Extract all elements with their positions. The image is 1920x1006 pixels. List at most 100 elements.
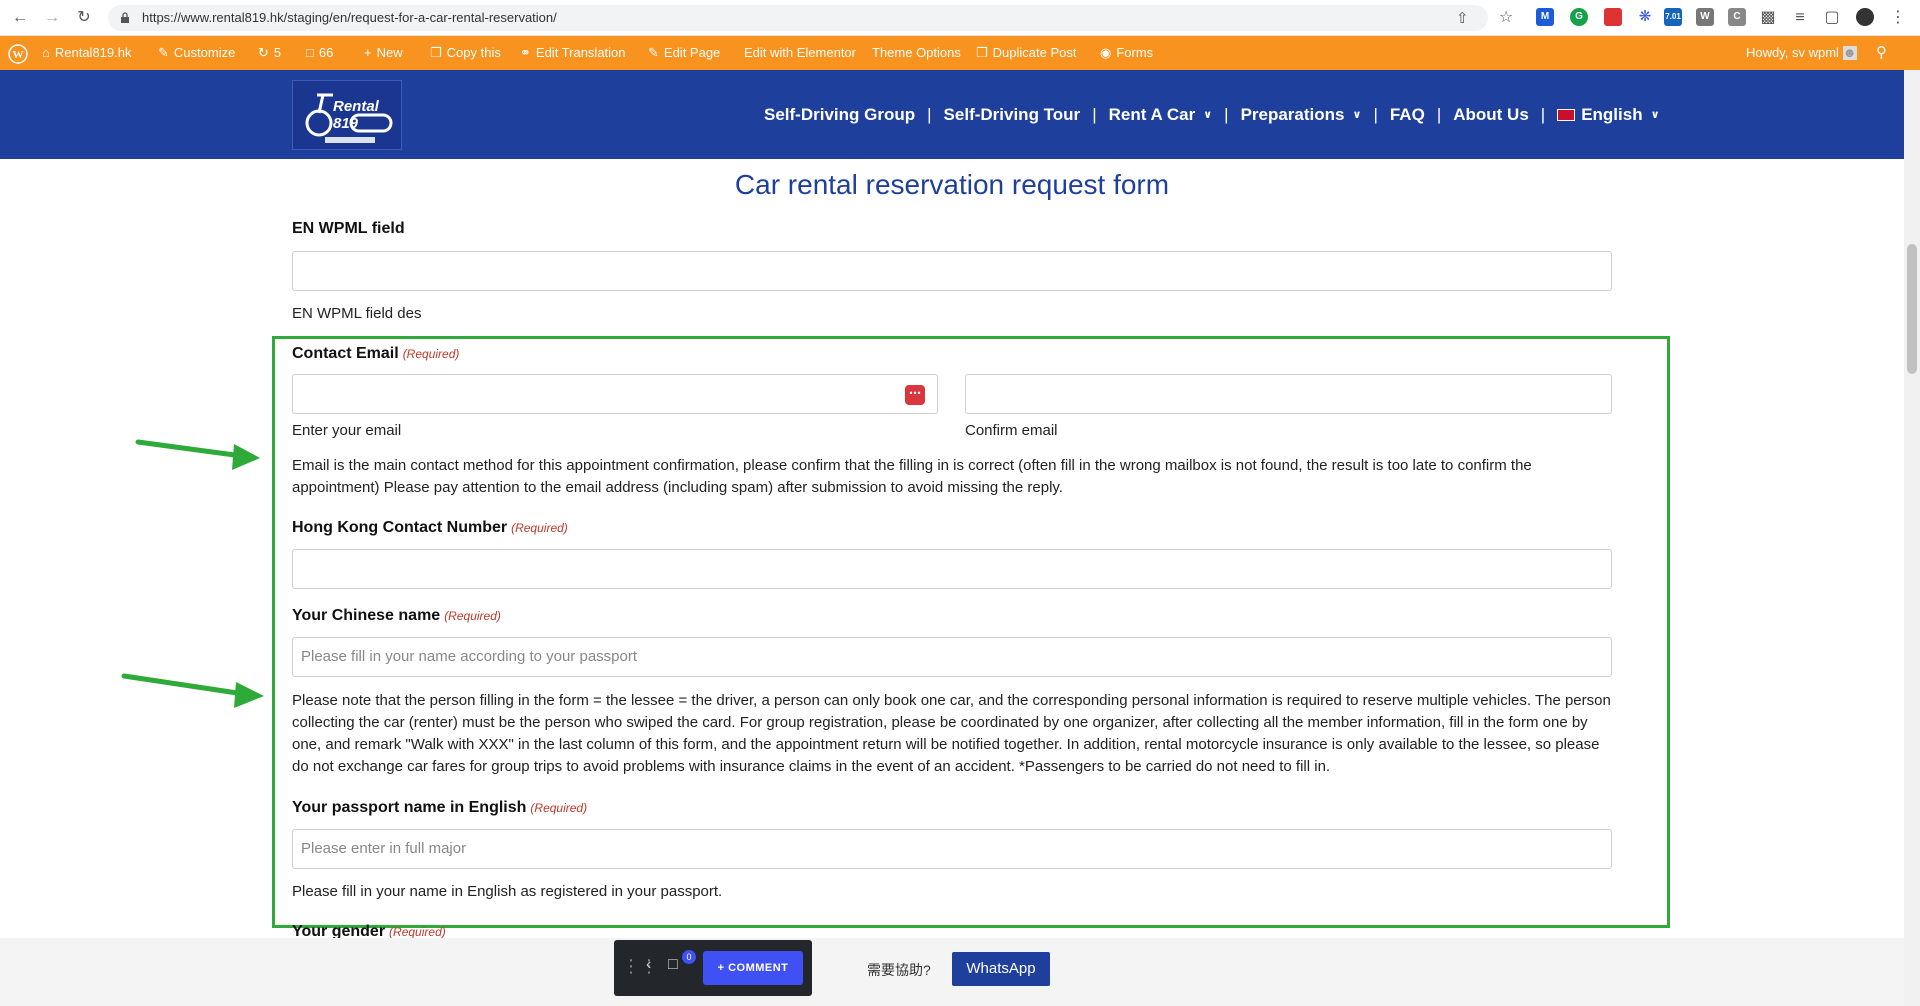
lessee-note: Please note that the person filling in t…	[292, 692, 1611, 775]
admin-comments-count: 66	[318, 45, 334, 60]
browser-toolbar: ← → ↻ https://www.rental819.hk/staging/e…	[0, 0, 1920, 36]
share-icon[interactable]: ⇧	[1456, 9, 1469, 27]
password-manager-icon[interactable]: ⋯	[905, 385, 925, 405]
nav-self-driving-tour[interactable]: Self-Driving Tour	[944, 105, 1081, 125]
admin-comments-link[interactable]: □ 66	[306, 36, 333, 70]
user-avatar-icon: ☻	[1842, 45, 1857, 60]
drag-handle-icon[interactable]: ⋮⋮	[622, 956, 658, 977]
admin-edit-page-label: Edit Page	[663, 45, 721, 60]
forward-arrow-icon[interactable]: →	[42, 8, 62, 28]
admin-duplicate-label: Duplicate Post	[992, 45, 1077, 60]
contact-email-label-text: Contact Email	[292, 345, 399, 362]
comments-list-icon[interactable]: □	[668, 956, 678, 974]
phone-label: Hong Kong Contact Number (Required)	[292, 519, 568, 537]
nav-separator: |	[1224, 104, 1229, 124]
comment-toolbar: ⋮⋮ ‹ □ 0 + COMMENT	[614, 940, 812, 996]
copy-icon: ❐	[430, 45, 442, 60]
bookmark-star-icon[interactable]: ☆	[1496, 8, 1516, 28]
admin-forms-link[interactable]: ◉ Forms	[1100, 36, 1153, 70]
admin-search-icon[interactable]: ⚲	[1876, 36, 1887, 70]
admin-edit-page-link[interactable]: ✎ Edit Page	[648, 36, 720, 70]
nav-language[interactable]: English	[1581, 105, 1642, 125]
chinese-name-label-text: Your Chinese name	[292, 607, 441, 624]
reading-list-icon[interactable]: ≡	[1790, 8, 1810, 28]
nav-rent-a-car[interactable]: Rent A Car	[1109, 105, 1196, 125]
email-sublabel: Enter your email	[292, 422, 402, 439]
site-header: Rental 819 Self-Driving Group | Self-Dri…	[0, 70, 1904, 159]
url-text: https://www.rental819.hk/staging/en/requ…	[142, 10, 557, 25]
nav-self-driving-group[interactable]: Self-Driving Group	[764, 105, 915, 125]
extensions-puzzle-icon[interactable]: ▩	[1758, 8, 1778, 28]
forms-icon: ◉	[1100, 45, 1112, 60]
passport-name-label: Your passport name in English (Required)	[292, 799, 587, 817]
admin-customize-label: Customize	[173, 45, 236, 60]
site-logo[interactable]: Rental 819	[292, 80, 402, 150]
admin-updates-count: 5	[273, 45, 282, 60]
admin-customize-link[interactable]: ✎ Customize	[158, 36, 235, 70]
duplicate-icon: ❐	[976, 45, 988, 60]
chinese-name-input[interactable]: Please fill in your name according to yo…	[292, 637, 1612, 677]
admin-new-link[interactable]: + New	[364, 36, 403, 70]
profile-avatar[interactable]	[1856, 8, 1874, 26]
admin-updates-link[interactable]: ↻ 5	[258, 36, 281, 70]
scrollbar-thumb[interactable]	[1907, 244, 1917, 374]
admin-elementor-link[interactable]: Edit with Elementor	[744, 36, 856, 70]
admin-theme-options-link[interactable]: Theme Options	[872, 36, 961, 70]
passport-name-input[interactable]: Please enter in full major	[292, 829, 1612, 869]
admin-theme-options-label: Theme Options	[872, 45, 961, 60]
required-marker: (Required)	[444, 609, 501, 623]
grammarly-icon[interactable]: G	[1570, 8, 1588, 26]
admin-forms-label: Forms	[1116, 45, 1154, 60]
wpml-field-input[interactable]	[292, 251, 1612, 291]
extension-calendar-icon[interactable]	[1604, 8, 1622, 26]
nav-separator: |	[1373, 104, 1378, 124]
updates-icon: ↻	[258, 45, 269, 60]
nav-preparations[interactable]: Preparations	[1241, 105, 1345, 125]
passport-name-label-text: Your passport name in English	[292, 799, 527, 816]
address-bar[interactable]: https://www.rental819.hk/staging/en/requ…	[108, 5, 1488, 31]
add-comment-button[interactable]: + COMMENT	[703, 951, 803, 985]
passport-note: Please fill in your name in English as r…	[292, 883, 723, 900]
chinese-name-label: Your Chinese name (Required)	[292, 607, 501, 625]
email-input[interactable]: ⋯	[292, 374, 938, 414]
required-marker: (Required)	[402, 347, 460, 361]
extension-w-icon[interactable]: W	[1696, 8, 1714, 26]
nav-separator: |	[1092, 104, 1097, 124]
extension-gear-icon[interactable]: ❋	[1636, 8, 1654, 26]
admin-elementor-label: Edit with Elementor	[744, 45, 856, 60]
reload-icon[interactable]: ↻	[74, 8, 94, 28]
wp-admin-bar: W ⌂ Rental819.hk ✎ Customize ↻ 5 □ 66 + New ❐…	[0, 36, 1920, 70]
gender-label-text: Your gender	[292, 923, 386, 938]
main-navigation: Self-Driving Group | Self-Driving Tour |…	[764, 70, 1660, 159]
help-prompt: 需要協助?	[867, 962, 931, 978]
wordpress-logo-icon[interactable]: W	[8, 36, 28, 70]
required-marker: (Required)	[511, 521, 568, 535]
chevron-down-icon[interactable]: ∨	[1353, 108, 1362, 121]
nav-faq[interactable]: FAQ	[1390, 105, 1425, 125]
admin-new-label: New	[376, 45, 403, 60]
extension-m-icon[interactable]: M	[1536, 8, 1554, 26]
admin-site-link[interactable]: ⌂ Rental819.hk	[42, 36, 131, 70]
side-panel-icon[interactable]: ▢	[1822, 8, 1842, 28]
admin-account-link[interactable]: Howdy, sv wpml ☻	[1746, 36, 1862, 70]
page-scrollbar[interactable]	[1904, 70, 1920, 1006]
browser-menu-icon[interactable]: ⋮	[1888, 8, 1908, 28]
chevron-down-icon[interactable]: ∨	[1651, 108, 1660, 121]
plus-icon: +	[364, 45, 372, 60]
phone-input[interactable]	[292, 549, 1612, 589]
confirm-email-sublabel: Confirm email	[965, 422, 1058, 439]
admin-copy-link[interactable]: ❐ Copy this	[430, 36, 501, 70]
admin-copy-label: Copy this	[446, 45, 501, 60]
confirm-email-input[interactable]	[965, 374, 1612, 414]
back-arrow-icon[interactable]: ←	[10, 8, 30, 28]
extension-c-icon[interactable]: C	[1728, 8, 1746, 26]
whatsapp-button[interactable]: WhatsApp	[952, 952, 1050, 986]
phone-label-text: Hong Kong Contact Number	[292, 519, 508, 536]
chevron-left-icon[interactable]: ‹	[646, 956, 651, 974]
motorcycle-logo-icon: Rental 819	[305, 93, 393, 143]
nav-about-us[interactable]: About Us	[1453, 105, 1529, 125]
extension-version-icon[interactable]: 7.01	[1664, 8, 1682, 26]
admin-duplicate-link[interactable]: ❐ Duplicate Post	[976, 36, 1076, 70]
admin-translation-link[interactable]: ⚭ Edit Translation	[520, 36, 626, 70]
chevron-down-icon[interactable]: ∨	[1203, 108, 1212, 121]
